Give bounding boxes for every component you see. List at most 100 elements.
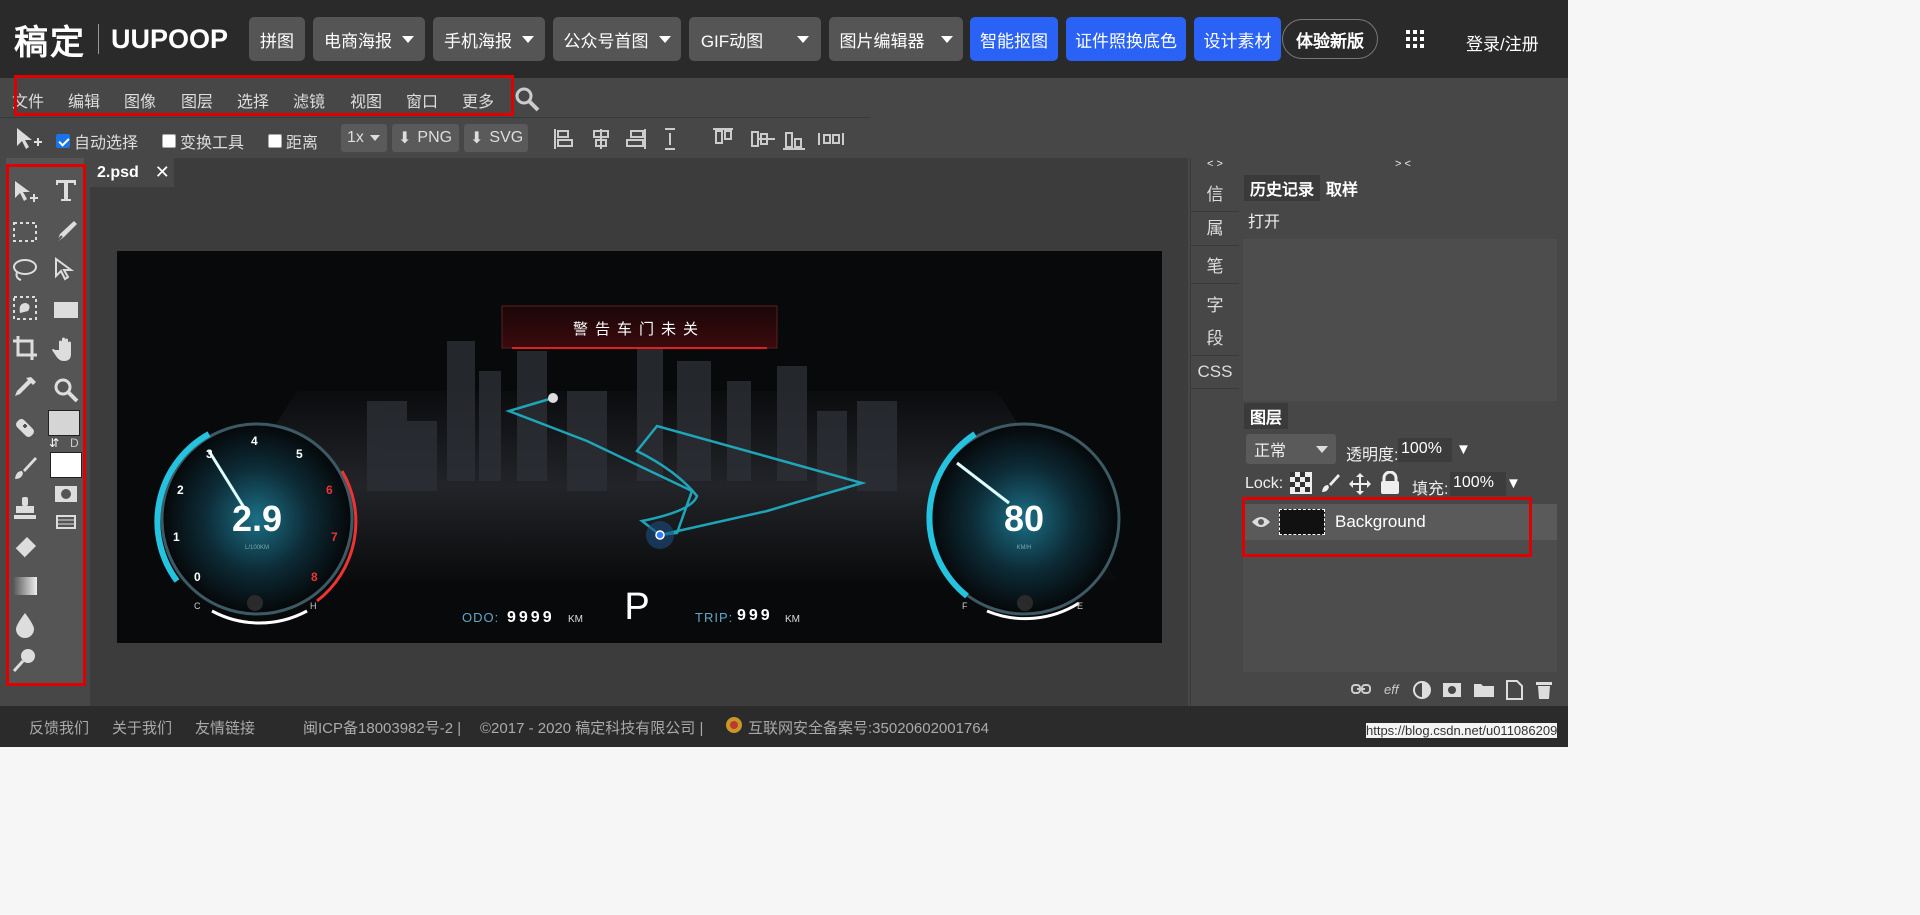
nav-mobile-poster[interactable]: 手机海报	[433, 17, 545, 61]
screen-mode-icon[interactable]	[52, 508, 80, 536]
new-layer-icon[interactable]	[1505, 680, 1523, 700]
folder-icon[interactable]	[1473, 682, 1495, 698]
trash-icon[interactable]	[1535, 680, 1553, 700]
footer-feedback-link[interactable]: 反馈我们	[29, 717, 89, 738]
gradient-tool-icon[interactable]	[11, 572, 39, 600]
sidestrip-toggle[interactable]: < >	[1191, 158, 1239, 170]
footer-icp[interactable]: 闽ICP备18003982号-2 |	[303, 717, 461, 738]
quick-select-icon[interactable]	[11, 294, 39, 322]
brand-logo[interactable]: 稿定 UUPOOP	[14, 15, 228, 64]
rectangle-tool-icon[interactable]	[52, 296, 80, 324]
quick-mask-icon[interactable]	[52, 480, 80, 508]
footer-friends-link[interactable]: 友情链接	[195, 717, 255, 738]
text-tool-icon[interactable]	[52, 176, 80, 204]
menu-filter[interactable]: 滤镜	[293, 88, 325, 112]
effects-button[interactable]: eff	[1384, 682, 1398, 697]
foreground-color-swatch[interactable]	[48, 410, 80, 436]
nav-collage[interactable]: 拼图	[249, 17, 305, 61]
search-icon[interactable]	[514, 86, 540, 112]
menu-file[interactable]: 文件	[12, 88, 44, 112]
history-entry[interactable]: 打开	[1243, 201, 1557, 239]
menu-edit[interactable]: 编辑	[68, 88, 100, 112]
canvas-area[interactable]: 2.psd ✕ 警告车门未关 0 1 2 3 4 5 6 7 8 2.9 L/1…	[90, 158, 1188, 706]
transform-option[interactable]: 变换工具	[162, 129, 244, 153]
document-tab[interactable]: 2.psd ✕	[90, 158, 174, 187]
side-tab-css[interactable]: CSS	[1191, 356, 1239, 389]
eraser-tool-icon[interactable]	[11, 534, 39, 562]
speed-value: 80	[1004, 498, 1044, 539]
nav-ecommerce-poster[interactable]: 电商海报	[313, 17, 425, 61]
move-tool-icon[interactable]	[14, 126, 42, 152]
zoom-tool-icon[interactable]	[52, 376, 80, 404]
footer-about-link[interactable]: 关于我们	[112, 717, 172, 738]
layer-row[interactable]: Background	[1243, 504, 1557, 540]
nav-gif[interactable]: GIF动图	[689, 17, 821, 61]
menu-layer[interactable]: 图层	[181, 88, 213, 112]
direct-select-icon[interactable]	[52, 256, 80, 284]
brush-tool-icon[interactable]	[11, 454, 39, 482]
lock-position-icon[interactable]	[1348, 472, 1372, 496]
document-canvas[interactable]: 警告车门未关 0 1 2 3 4 5 6 7 8 2.9 L/100KM C H…	[117, 251, 1162, 643]
menu-image[interactable]: 图像	[124, 88, 156, 112]
nav-image-editor[interactable]: 图片编辑器	[829, 17, 963, 61]
export-png-button[interactable]: ⬇ PNG	[392, 124, 459, 152]
footer-police-record[interactable]: 互联网安全备案号:35020602001764	[748, 717, 989, 738]
nav-wechat-cover[interactable]: 公众号首图	[553, 17, 681, 61]
auto-select-checkbox[interactable]	[56, 134, 70, 148]
auto-select-option[interactable]: 自动选择	[56, 129, 138, 153]
side-tab-paragraph[interactable]: 段	[1191, 318, 1239, 356]
adjustment-layer-icon[interactable]	[1412, 680, 1432, 700]
fill-dropdown-icon[interactable]: ▼	[1506, 475, 1521, 492]
nav-id-photo-bg[interactable]: 证件照换底色	[1066, 17, 1186, 61]
swap-colors-icon[interactable]: ⇵	[49, 436, 59, 450]
menu-view[interactable]: 视图	[350, 88, 382, 112]
blur-tool-icon[interactable]	[11, 610, 39, 638]
clone-stamp-icon[interactable]	[11, 494, 39, 522]
move-tool-icon[interactable]	[11, 178, 39, 206]
hand-tool-icon[interactable]	[52, 336, 80, 364]
background-color-swatch[interactable]	[50, 452, 82, 478]
side-tab-properties[interactable]: 属	[1191, 208, 1239, 246]
close-icon[interactable]: ✕	[155, 162, 170, 183]
right-panel-toggle[interactable]: > <	[1395, 158, 1411, 170]
scale-select[interactable]: 1x	[341, 124, 387, 152]
transform-checkbox[interactable]	[162, 134, 176, 148]
login-link[interactable]: 登录/注册	[1466, 30, 1539, 55]
menu-more[interactable]: 更多	[462, 88, 494, 112]
fuel-tick: 1	[173, 530, 180, 544]
side-tab-info[interactable]: 信	[1191, 174, 1239, 212]
eyedropper-icon[interactable]	[11, 374, 39, 402]
nav-design-assets[interactable]: 设计素材	[1194, 17, 1281, 61]
side-tab-brush[interactable]: 笔	[1191, 246, 1239, 284]
tab-layers[interactable]: 图层	[1244, 403, 1289, 429]
menu-window[interactable]: 窗口	[406, 88, 438, 112]
marquee-tool-icon[interactable]	[11, 218, 39, 246]
distance-option[interactable]: 距离	[268, 129, 318, 153]
link-icon[interactable]	[1351, 682, 1371, 696]
lock-transparency-icon[interactable]	[1290, 472, 1312, 494]
new-version-button[interactable]: 体验新版	[1282, 19, 1378, 59]
menu-select[interactable]: 选择	[237, 88, 269, 112]
lock-pixels-icon[interactable]	[1320, 472, 1342, 494]
blend-mode-select[interactable]: 正常	[1246, 434, 1336, 464]
lock-all-icon[interactable]	[1379, 471, 1401, 495]
pen-tool-icon[interactable]	[52, 218, 80, 246]
layer-mask-icon[interactable]	[1442, 682, 1462, 698]
healing-brush-icon[interactable]	[11, 414, 39, 442]
crop-tool-icon[interactable]	[11, 334, 39, 362]
eye-icon[interactable]	[1251, 515, 1271, 529]
tab-sample[interactable]: 取样	[1320, 175, 1365, 201]
export-svg-button[interactable]: ⬇ SVG	[464, 124, 528, 152]
distance-checkbox[interactable]	[268, 134, 282, 148]
nav-smart-cutout[interactable]: 智能抠图	[970, 17, 1058, 61]
side-tab-character[interactable]: 字	[1191, 285, 1239, 322]
align-tools[interactable]	[553, 127, 883, 151]
opacity-dropdown-icon[interactable]: ▼	[1456, 441, 1471, 458]
lasso-tool-icon[interactable]	[11, 256, 39, 284]
apps-grid-icon[interactable]	[1406, 30, 1424, 48]
opacity-input[interactable]: 100%	[1398, 438, 1452, 462]
dodge-tool-icon[interactable]	[11, 646, 39, 674]
fill-input[interactable]: 100%	[1450, 472, 1506, 496]
default-colors-label[interactable]: D	[70, 436, 79, 450]
tab-history[interactable]: 历史记录	[1244, 175, 1321, 201]
